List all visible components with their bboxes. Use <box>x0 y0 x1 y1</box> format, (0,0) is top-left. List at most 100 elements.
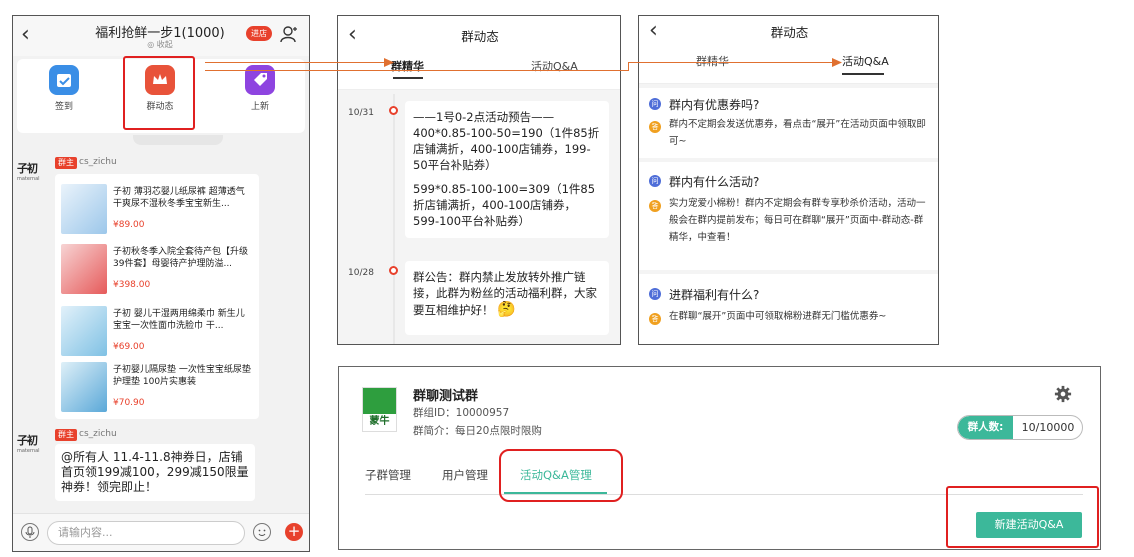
product-thumbnail <box>61 362 107 412</box>
collapse-link[interactable]: ◎ 收起 <box>75 39 245 50</box>
chat-header: ‹ 福利抢鲜一步1(1000) ◎ 收起 进店 <box>13 16 309 56</box>
member-count-value: 10/10000 <box>1021 421 1075 434</box>
checkin-label: 签到 <box>54 102 73 112</box>
product-price: ¥398.00 <box>113 280 151 290</box>
group-admin-panel: 蒙牛 群聊测试群 群组ID：10000957 群简介：每日20点限时限购 群人数… <box>338 366 1101 550</box>
microphone-icon[interactable] <box>21 523 39 541</box>
active-tab-underline <box>842 73 884 75</box>
role-badge: 群主 <box>55 429 77 441</box>
back-icon[interactable]: ‹ <box>21 24 30 46</box>
username: cs_zichu <box>79 157 117 167</box>
arrow-head-icon <box>384 58 394 67</box>
chat-screen: ‹ 福利抢鲜一步1(1000) ◎ 收起 进店 签到 群动态 上新 子初 mat… <box>12 15 310 552</box>
group-id: 群组ID：10000957 <box>413 407 510 419</box>
timeline-line <box>393 94 395 344</box>
avatar[interactable]: 子初 maternal <box>17 160 51 182</box>
emoji-icon[interactable] <box>253 523 271 541</box>
product-card[interactable]: 子初婴儿隔尿垫 一次性宝宝纸尿垫护理垫 100片实惠装 ¥70.90 <box>55 356 255 418</box>
timeline-dot <box>389 266 398 275</box>
page-title: 群动态 <box>461 29 499 44</box>
enter-store-button[interactable]: 进店 <box>246 26 272 41</box>
product-thumbnail <box>61 306 107 356</box>
message-input[interactable]: 请输内容... <box>47 521 245 545</box>
flow-arrow-line <box>628 62 836 63</box>
tab-activity-qa[interactable]: 活动Q&A <box>842 53 889 69</box>
flow-arrow-line <box>205 70 628 71</box>
highlight-box <box>123 56 195 130</box>
logo-graphic <box>363 388 396 414</box>
avatar-sub: maternal <box>17 176 40 182</box>
flow-arrow-line <box>205 62 388 63</box>
essence-entry[interactable]: ——1号0-2点活动预告——400*0.85-100-50=190（1件85折店… <box>405 101 609 238</box>
brand-logo: 蒙牛 <box>362 387 397 432</box>
highlight-box <box>946 486 1099 548</box>
avatar-logo: 子初 <box>17 162 38 175</box>
product-thumbnail <box>61 184 107 234</box>
input-bar: 请输内容... + <box>13 513 309 551</box>
product-name: 子初秋冬季入院全套待产包【升级39件套】母婴待产护理防溢... <box>113 247 249 269</box>
answer-icon: 答 <box>649 121 661 133</box>
entry-date: 10/31 <box>348 108 374 118</box>
username: cs_zichu <box>79 429 117 439</box>
qa-answer: 实力宠爱小棉粉！群内不定期会有群专享秒杀价活动，活动一般会在群内提前发布；每日可… <box>669 198 926 243</box>
role-badge: 群主 <box>55 157 77 169</box>
new-arrivals-label: 上新 <box>250 102 269 112</box>
logo-text: 蒙牛 <box>369 416 390 427</box>
product-price: ¥70.90 <box>113 398 145 408</box>
timeline-dot <box>389 106 398 115</box>
dynamics-header: ‹ 群动态 <box>338 16 620 52</box>
member-count-label: 群人数: <box>958 416 1013 439</box>
page-title: 群动态 <box>770 25 809 40</box>
qa-question: 群内有什么活动? <box>669 175 760 189</box>
user-icon[interactable] <box>280 25 298 43</box>
entry-date: 10/28 <box>348 268 374 278</box>
question-icon: 问 <box>649 98 661 110</box>
avatar-sub: maternal <box>17 448 40 454</box>
plus-button[interactable]: + <box>285 523 303 541</box>
avatar[interactable]: 子初 maternal <box>17 432 51 454</box>
avatar-logo: 子初 <box>17 434 38 447</box>
qa-item[interactable]: 问 群内有优惠券吗? 答 群内不定期会发送优惠券，看点击“展开”在活动页面中领取… <box>639 88 938 158</box>
group-intro: 群简介：每日20点限时限购 <box>413 425 542 437</box>
answer-icon: 答 <box>649 313 661 325</box>
entry-text: ——1号0-2点活动预告——400*0.85-100-50=190（1件85折店… <box>413 110 600 172</box>
product-card[interactable]: 子初秋冬季入院全套待产包【升级39件套】母婴待产护理防溢... ¥398.00 <box>55 238 255 300</box>
qa-question: 群内有优惠券吗? <box>669 98 760 112</box>
member-count: 群人数: 10/10000 <box>957 415 1083 440</box>
highlight-box <box>499 449 623 502</box>
tab-essence[interactable]: 群精华 <box>696 53 729 69</box>
tab-essence[interactable]: 群精华 <box>391 58 424 74</box>
qa-question: 进群福利有什么? <box>669 288 760 302</box>
arrow-head-icon <box>832 58 842 67</box>
group-name: 群聊测试群 <box>413 389 479 404</box>
product-price: ¥69.00 <box>113 342 145 352</box>
group-dynamics-screen: ‹ 群动态 群精华 活动Q&A 10/31 ——1号0-2点活动预告——400*… <box>337 15 621 345</box>
active-tab-underline <box>393 77 423 79</box>
product-price: ¥89.00 <box>113 220 145 230</box>
entry-text: 599*0.85-100-100=309（1件85折店铺满折，400-100店铺… <box>413 182 596 228</box>
quick-action-new-arrivals[interactable]: 上新 <box>230 65 290 112</box>
flow-arrow-line <box>628 62 629 71</box>
qa-tabs: 群精华 活动Q&A <box>639 48 938 84</box>
quick-action-checkin[interactable]: 签到 <box>34 65 94 112</box>
dynamics-tabs: 群精华 活动Q&A <box>338 52 620 90</box>
gear-icon[interactable] <box>1054 385 1072 403</box>
product-card[interactable]: 子初 婴儿干湿两用绵柔巾 新生儿 宝宝一次性面巾洗脸巾 干... ¥69.00 <box>55 300 255 362</box>
answer-icon: 答 <box>649 200 661 212</box>
essence-entry[interactable]: 群公告：群内禁止发放转外推广链接，此群为粉丝的活动福利群，大家要互相维护好！ 🤔 <box>405 261 609 335</box>
message-bubble: @所有人 11.4-11.8神券日，店铺首页领199减100，299减150限量… <box>55 444 255 501</box>
qa-item[interactable]: 问 群内有什么活动? 答 实力宠爱小棉粉！群内不定期会有群专享秒杀价活动，活动一… <box>639 162 938 270</box>
tab-user-management[interactable]: 用户管理 <box>442 467 488 483</box>
activity-qa-screen: ‹ 群动态 群精华 活动Q&A 问 群内有优惠券吗? 答 群内不定期会发送优惠券… <box>638 15 939 345</box>
tab-subgroup-management[interactable]: 子群管理 <box>365 467 411 483</box>
product-name: 子初 婴儿干湿两用绵柔巾 新生儿 宝宝一次性面巾洗脸巾 干... <box>113 309 245 331</box>
qa-item[interactable]: 问 进群福利有什么? 答 在群聊“展开”页面中可领取棉粉进群无门槛优惠券~ <box>639 274 938 344</box>
collapse-handle[interactable] <box>133 135 223 145</box>
product-name: 子初婴儿隔尿垫 一次性宝宝纸尿垫护理垫 100片实惠装 <box>113 365 251 387</box>
question-icon: 问 <box>649 175 661 187</box>
calendar-icon <box>49 65 79 95</box>
tab-activity-qa[interactable]: 活动Q&A <box>531 58 578 74</box>
product-card[interactable]: 子初 薄羽芯婴儿纸尿裤 超薄透气干爽尿不湿秋冬季宝宝新生... ¥89.00 <box>55 178 255 240</box>
product-name: 子初 薄羽芯婴儿纸尿裤 超薄透气干爽尿不湿秋冬季宝宝新生... <box>113 187 245 209</box>
question-icon: 问 <box>649 288 661 300</box>
